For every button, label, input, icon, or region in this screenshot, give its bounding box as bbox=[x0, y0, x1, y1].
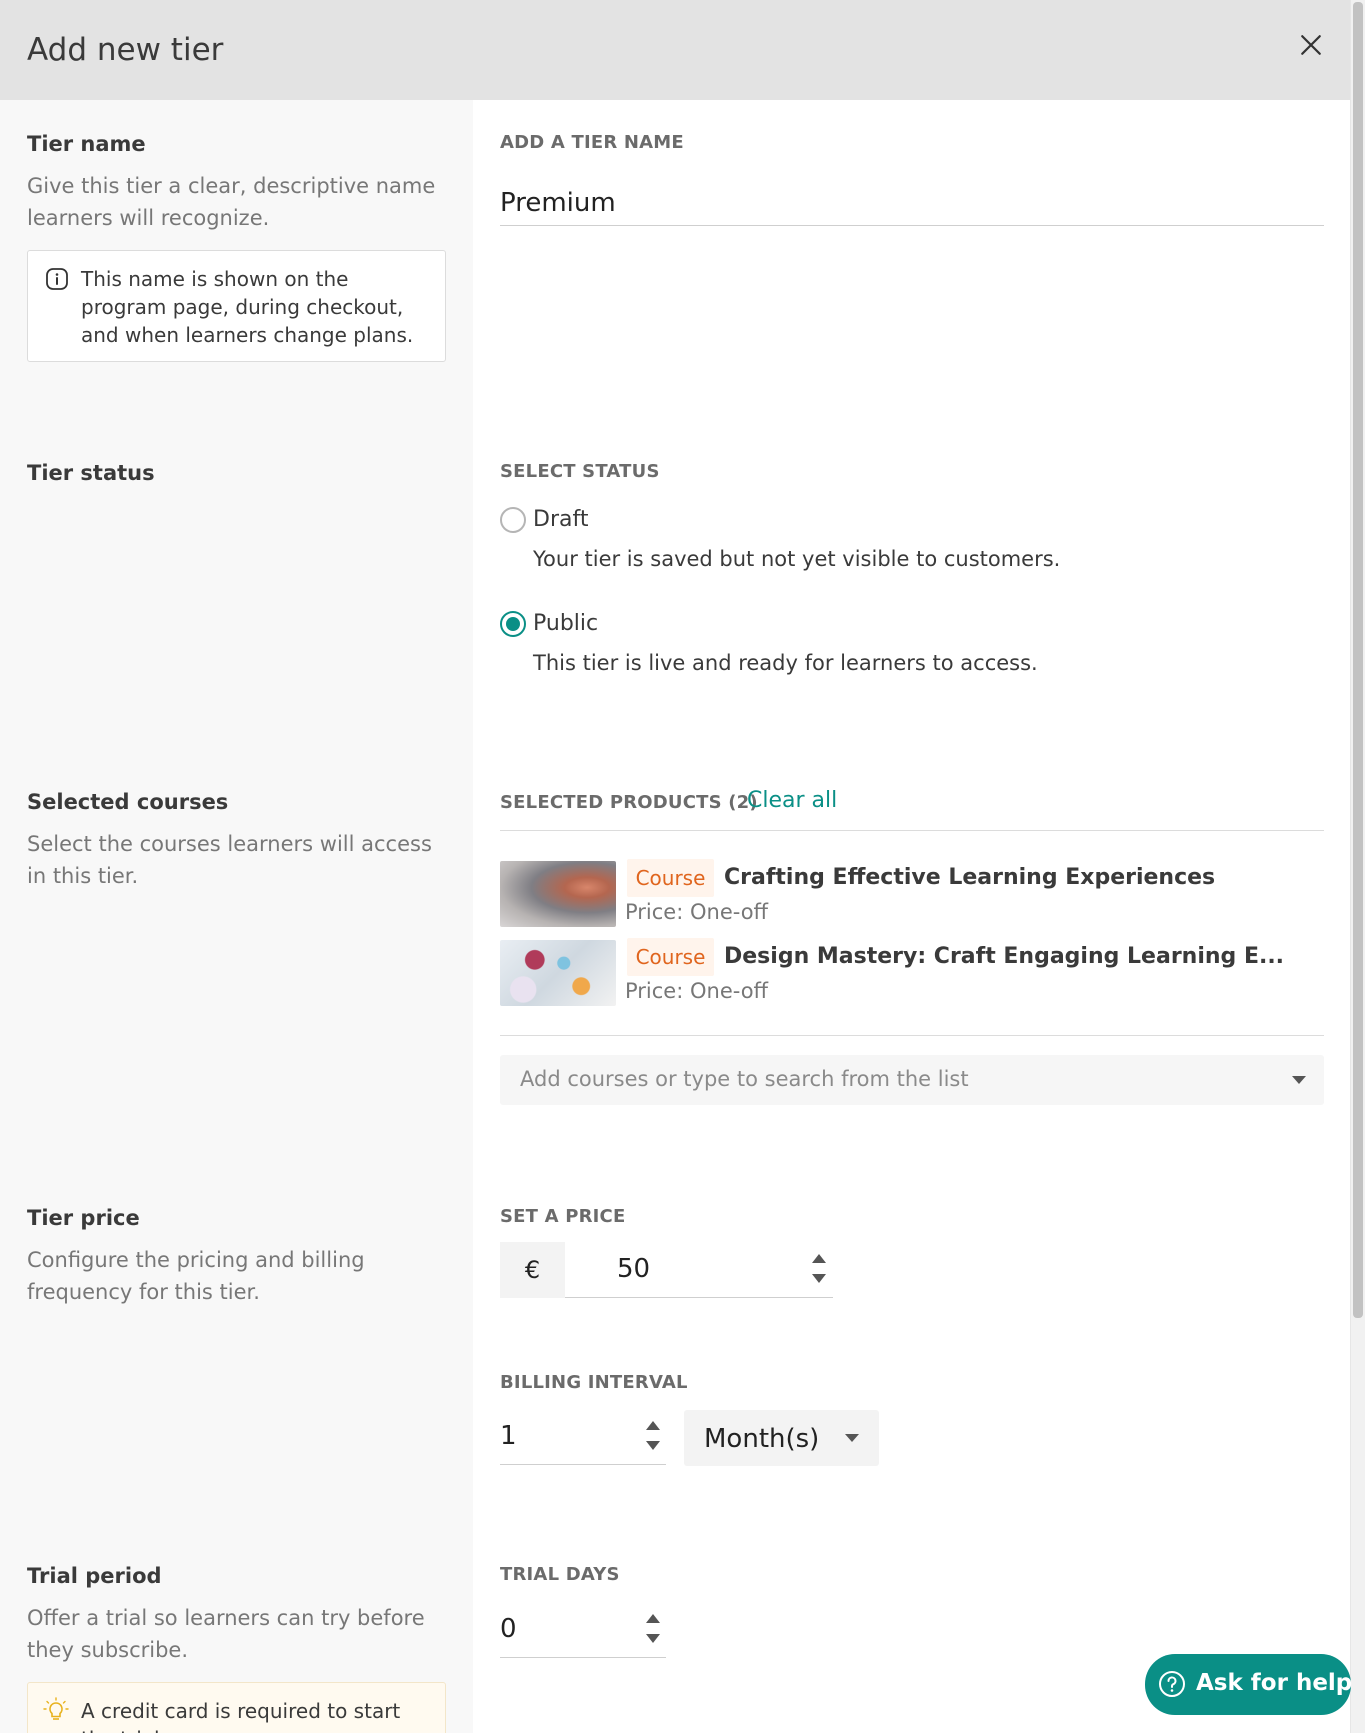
product-thumbnail bbox=[500, 940, 616, 1006]
panel-header: Add new tier bbox=[0, 0, 1350, 100]
trial-period-title: Trial period bbox=[27, 1564, 162, 1588]
selected-products-label: SELECTED PRODUCTS (2) bbox=[500, 792, 758, 813]
interval-count-input[interactable]: 1 bbox=[500, 1409, 666, 1465]
spinner-up-icon[interactable] bbox=[646, 1421, 660, 1430]
trial-period-description: Offer a trial so learners can try before… bbox=[27, 1606, 425, 1662]
product-type-badge: Course bbox=[627, 859, 714, 897]
tier-name-description: Give this tier a clear, descriptive name… bbox=[27, 174, 436, 230]
chevron-down-icon bbox=[1292, 1076, 1306, 1084]
spinner-down-icon[interactable] bbox=[812, 1274, 826, 1283]
price-input[interactable]: 50 bbox=[565, 1242, 833, 1298]
spinner-down-icon[interactable] bbox=[646, 1634, 660, 1643]
tier-status-field-label: SELECT STATUS bbox=[500, 461, 660, 482]
product-thumbnail bbox=[500, 861, 616, 927]
tier-name-input[interactable] bbox=[500, 180, 1324, 226]
trial-days-label: TRIAL DAYS bbox=[500, 1564, 620, 1585]
tier-name-field-label: ADD A TIER NAME bbox=[500, 132, 684, 153]
clear-all-link[interactable]: Clear all bbox=[747, 788, 837, 813]
close-icon bbox=[1301, 35, 1321, 55]
course-search-placeholder: Add courses or type to search from the l… bbox=[520, 1067, 969, 1091]
trial-days-spinner[interactable] bbox=[645, 1614, 661, 1646]
close-button[interactable] bbox=[1296, 30, 1326, 60]
product-price: Price: One-off bbox=[625, 979, 769, 1003]
spinner-down-icon[interactable] bbox=[646, 1441, 660, 1450]
price-value: 50 bbox=[617, 1254, 651, 1284]
page-title: Add new tier bbox=[27, 32, 224, 68]
selected-courses-description: Select the courses learners will access … bbox=[27, 832, 432, 888]
interval-unit-value: Month(s) bbox=[704, 1424, 820, 1454]
product-name: Crafting Effective Learning Experiences bbox=[724, 865, 1216, 890]
status-public-radio[interactable] bbox=[500, 611, 526, 637]
tier-name-info-box: This name is shown on the program page, … bbox=[27, 250, 446, 362]
currency-prefix: € bbox=[500, 1242, 565, 1298]
products-divider-top bbox=[500, 830, 1324, 831]
status-public-label[interactable]: Public bbox=[533, 611, 598, 636]
trial-warning-text: A credit card is required to start the t… bbox=[81, 1699, 401, 1733]
product-price: Price: One-off bbox=[625, 900, 769, 924]
ask-for-help-label: Ask for help bbox=[1196, 1670, 1353, 1696]
scrollbar-thumb[interactable] bbox=[1353, 2, 1363, 1318]
question-circle-icon bbox=[1159, 1671, 1185, 1697]
spinner-up-icon[interactable] bbox=[646, 1614, 660, 1623]
trial-days-input[interactable]: 0 bbox=[500, 1602, 666, 1658]
chevron-down-icon bbox=[845, 1434, 859, 1442]
tier-price-description: Configure the pricing and billing freque… bbox=[27, 1248, 365, 1304]
price-spinner[interactable] bbox=[811, 1254, 827, 1286]
status-draft-radio[interactable] bbox=[500, 507, 526, 533]
interval-unit-select[interactable]: Month(s) bbox=[684, 1410, 879, 1466]
interval-count-value: 1 bbox=[500, 1421, 517, 1451]
trial-warning-box: A credit card is required to start the t… bbox=[27, 1682, 446, 1733]
products-divider-bottom bbox=[500, 1035, 1324, 1036]
selected-courses-title: Selected courses bbox=[27, 790, 229, 814]
status-draft-description: Your tier is saved but not yet visible t… bbox=[533, 547, 1061, 571]
course-search-select[interactable]: Add courses or type to search from the l… bbox=[500, 1055, 1324, 1105]
billing-interval-label: BILLING INTERVAL bbox=[500, 1372, 688, 1393]
info-icon bbox=[46, 268, 68, 290]
status-draft-label[interactable]: Draft bbox=[533, 507, 588, 532]
panel-scrollbar[interactable] bbox=[1350, 0, 1365, 1733]
tier-status-title: Tier status bbox=[27, 461, 155, 485]
tier-name-info-text: This name is shown on the program page, … bbox=[81, 267, 414, 347]
trial-days-value: 0 bbox=[500, 1614, 517, 1644]
ask-for-help-button[interactable]: Ask for help bbox=[1145, 1654, 1353, 1715]
tier-name-title: Tier name bbox=[27, 132, 146, 156]
status-public-description: This tier is live and ready for learners… bbox=[533, 651, 1038, 675]
tier-price-title: Tier price bbox=[27, 1206, 140, 1230]
interval-spinner[interactable] bbox=[645, 1421, 661, 1453]
add-tier-panel: Add new tier Tier name Give this tier a … bbox=[0, 0, 1350, 1733]
product-name: Design Mastery: Craft Engaging Learning … bbox=[724, 944, 1285, 969]
lightbulb-icon bbox=[43, 1697, 69, 1720]
spinner-up-icon[interactable] bbox=[812, 1254, 826, 1263]
product-type-badge: Course bbox=[627, 938, 714, 976]
set-price-label: SET A PRICE bbox=[500, 1206, 626, 1227]
